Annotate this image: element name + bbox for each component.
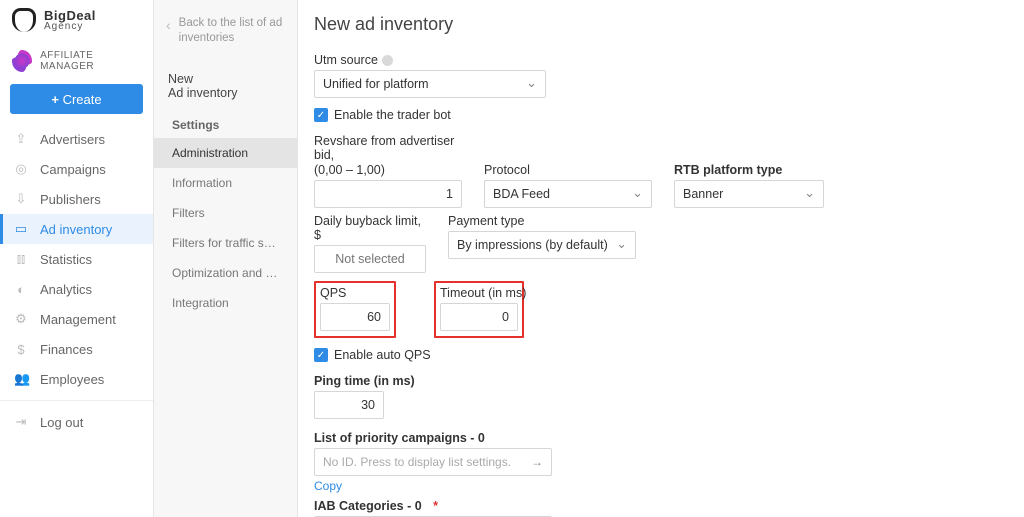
chevron-left-icon: ‹: [166, 16, 171, 46]
revshare-input[interactable]: [314, 180, 462, 208]
utm-source-label: Utm source: [314, 53, 546, 67]
revshare-label: Revshare from advertiser bid,: [314, 134, 462, 162]
people-icon: 👥: [14, 371, 28, 387]
nav-label: Ad inventory: [40, 222, 112, 237]
nav-label: Management: [40, 312, 116, 327]
rtb-select[interactable]: Banner: [674, 180, 824, 208]
nav-label: Publishers: [40, 192, 101, 207]
target-icon: ◎: [14, 161, 28, 177]
nav-label: Campaigns: [40, 162, 106, 177]
nav-campaigns[interactable]: ◎ Campaigns: [0, 154, 153, 184]
rtb-label: RTB platform type: [674, 163, 824, 177]
avatar-icon: [12, 50, 32, 72]
subnav-administration[interactable]: Administration: [154, 138, 297, 168]
iab-label: IAB Categories - 0 *: [314, 499, 1004, 513]
utm-source-select[interactable]: Unified for platform: [314, 70, 546, 98]
subnav-new: New: [168, 72, 283, 86]
subnav-information[interactable]: Information: [154, 168, 297, 198]
create-button[interactable]: Create: [10, 84, 143, 114]
page-title: New ad inventory: [314, 14, 1024, 35]
stats-icon: ⫾⫾: [14, 251, 28, 267]
qps-input[interactable]: [320, 303, 390, 331]
timeout-label: Timeout (in ms): [440, 286, 518, 300]
dollar-icon: $: [14, 342, 28, 357]
daily-buyback-label: Daily buyback limit, $: [314, 214, 426, 242]
subnav-integration[interactable]: Integration: [154, 288, 297, 318]
protocol-label: Protocol: [484, 163, 652, 177]
nav-management[interactable]: ⚙ Management: [0, 304, 153, 334]
logout-icon: ⇥: [14, 414, 28, 430]
analytics-icon: ◐: [14, 282, 28, 297]
nav-analytics[interactable]: ◐ Analytics: [0, 274, 153, 304]
main-sidebar: BigDeal Agency AFFILIATE MANAGER Create …: [0, 0, 154, 517]
payment-type-select[interactable]: By impressions (by default): [448, 231, 636, 259]
info-icon: [382, 55, 393, 66]
auto-qps-checkbox[interactable]: ✓: [314, 348, 328, 362]
payment-type-label: Payment type: [448, 214, 636, 228]
nav-statistics[interactable]: ⫾⫾ Statistics: [0, 244, 153, 274]
auto-qps-label: Enable auto QPS: [334, 348, 431, 362]
nav-ad-inventory[interactable]: ▭ Ad inventory: [0, 214, 153, 244]
brand-sub: Agency: [44, 22, 96, 32]
qps-label: QPS: [320, 286, 390, 300]
priority-campaigns-field[interactable]: No ID. Press to display list settings. →: [314, 448, 552, 476]
user-role-row: AFFILIATE MANAGER: [0, 36, 153, 80]
brand: BigDeal Agency: [0, 0, 153, 36]
priority-copy-link[interactable]: Copy: [314, 479, 342, 493]
timeout-highlight: Timeout (in ms): [434, 281, 524, 338]
trader-bot-label: Enable the trader bot: [334, 108, 451, 122]
subnav-filters[interactable]: Filters: [154, 198, 297, 228]
nav-employees[interactable]: 👥 Employees: [0, 364, 153, 394]
revshare-label-2: (0,00 – 1,00): [314, 163, 462, 177]
nav-divider: [0, 400, 153, 401]
nav-finances[interactable]: $ Finances: [0, 334, 153, 364]
gear-icon: ⚙: [14, 311, 28, 327]
trader-bot-checkbox[interactable]: ✓: [314, 108, 328, 122]
nav-label: Statistics: [40, 252, 92, 267]
subnav-optimization[interactable]: Optimization and rules: [154, 258, 297, 288]
user-role: AFFILIATE MANAGER: [40, 50, 141, 72]
arrow-right-icon: →: [531, 455, 543, 469]
ping-label: Ping time (in ms): [314, 374, 384, 388]
inventory-icon: ▭: [14, 221, 28, 237]
nav-logout[interactable]: ⇥ Log out: [0, 407, 153, 437]
nav-label: Finances: [40, 342, 93, 357]
nav-label: Advertisers: [40, 132, 105, 147]
nav-publishers[interactable]: ⇩ Publishers: [0, 184, 153, 214]
ping-input[interactable]: [314, 391, 384, 419]
subnav-filters-traffic[interactable]: Filters for traffic sour…: [154, 228, 297, 258]
subnav-ad-inventory: Ad inventory: [168, 86, 283, 100]
nav-label: Log out: [40, 415, 83, 430]
back-link-text: Back to the list of ad inventories: [179, 16, 285, 46]
nav-label: Employees: [40, 372, 104, 387]
download-icon: ⇩: [14, 191, 28, 207]
qps-highlight: QPS: [314, 281, 396, 338]
main-content: New ad inventory Utm source Unified for …: [298, 0, 1024, 517]
upload-icon: ⇪: [14, 131, 28, 147]
priority-label: List of priority campaigns - 0: [314, 431, 1004, 445]
subnav-settings-heading: Settings: [154, 104, 297, 138]
back-link[interactable]: ‹ Back to the list of ad inventories: [154, 10, 297, 52]
timeout-input[interactable]: [440, 303, 518, 331]
nav-label: Analytics: [40, 282, 92, 297]
brand-logo-icon: [12, 8, 36, 32]
nav-advertisers[interactable]: ⇪ Advertisers: [0, 124, 153, 154]
brand-name: BigDeal: [44, 9, 96, 22]
protocol-select[interactable]: BDA Feed: [484, 180, 652, 208]
sub-sidebar: ‹ Back to the list of ad inventories New…: [154, 0, 298, 517]
daily-buyback-input[interactable]: [314, 245, 426, 273]
